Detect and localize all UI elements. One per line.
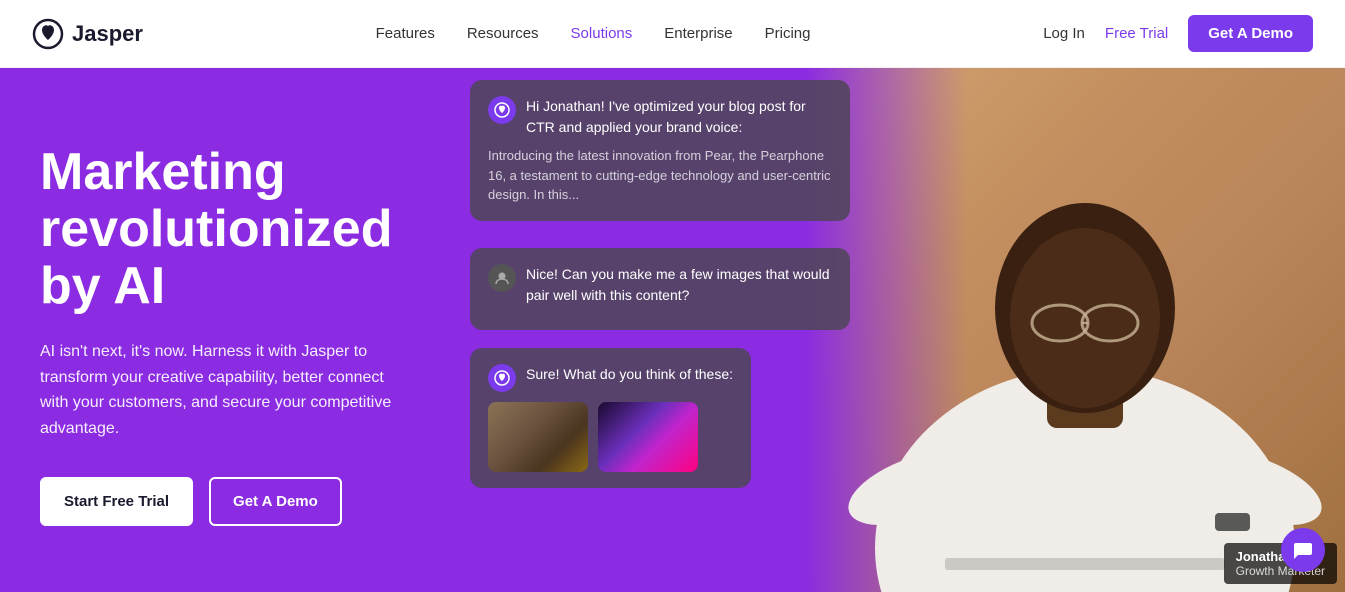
thumbnail-1 [488, 402, 588, 472]
nav-links: Features Resources Solutions Enterprise … [376, 25, 811, 42]
login-link[interactable]: Log In [1043, 25, 1085, 42]
bubble-1-title: Hi Jonathan! I've optimized your blog po… [526, 96, 832, 138]
logo[interactable]: Jasper [32, 18, 143, 50]
image-thumbnails [488, 402, 733, 472]
person-illustration [825, 68, 1345, 592]
hero-subtext: AI isn't next, it's now. Harness it with… [40, 339, 410, 441]
chat-bubble-2: Nice! Can you make me a few images that … [470, 248, 850, 330]
chat-bubble-3: Sure! What do you think of these: [470, 348, 751, 488]
bubble-1-body: Introducing the latest innovation from P… [488, 146, 832, 205]
nav-resources[interactable]: Resources [467, 25, 539, 42]
hero-headline: Marketing revolutionized by AI [40, 144, 420, 316]
bubble-3-header: Sure! What do you think of these: [488, 364, 733, 392]
get-demo-hero-button[interactable]: Get A Demo [209, 477, 342, 526]
nav-actions: Log In Free Trial Get A Demo [1043, 15, 1313, 52]
start-free-trial-button[interactable]: Start Free Trial [40, 477, 193, 526]
navbar: Jasper Features Resources Solutions Ente… [0, 0, 1345, 68]
nav-enterprise[interactable]: Enterprise [664, 25, 732, 42]
bubble-3-body: Sure! What do you think of these: [526, 364, 733, 385]
hero-left: Marketing revolutionized by AI AI isn't … [0, 68, 460, 592]
hero-buttons: Start Free Trial Get A Demo [40, 477, 420, 526]
person-photo-bg [805, 68, 1345, 592]
hero-section: Marketing revolutionized by AI AI isn't … [0, 68, 1345, 592]
free-trial-link[interactable]: Free Trial [1105, 25, 1168, 42]
chat-bubble-1: Hi Jonathan! I've optimized your blog po… [470, 80, 850, 221]
get-demo-nav-button[interactable]: Get A Demo [1188, 15, 1313, 52]
chat-widget-button[interactable] [1281, 528, 1325, 572]
nav-features[interactable]: Features [376, 25, 435, 42]
brand-name: Jasper [72, 21, 143, 47]
jasper-avatar-icon [488, 96, 516, 124]
hero-right: Hi Jonathan! I've optimized your blog po… [460, 68, 1345, 592]
jasper-logo-icon [32, 18, 64, 50]
bubble-2-body: Nice! Can you make me a few images that … [526, 264, 832, 306]
bubble-2-header: Nice! Can you make me a few images that … [488, 264, 832, 306]
bubble-1-header: Hi Jonathan! I've optimized your blog po… [488, 96, 832, 138]
nav-pricing[interactable]: Pricing [765, 25, 811, 42]
jasper-avatar-icon-2 [488, 364, 516, 392]
thumbnail-2 [598, 402, 698, 472]
nav-solutions[interactable]: Solutions [571, 25, 633, 42]
user-avatar-icon [488, 264, 516, 292]
